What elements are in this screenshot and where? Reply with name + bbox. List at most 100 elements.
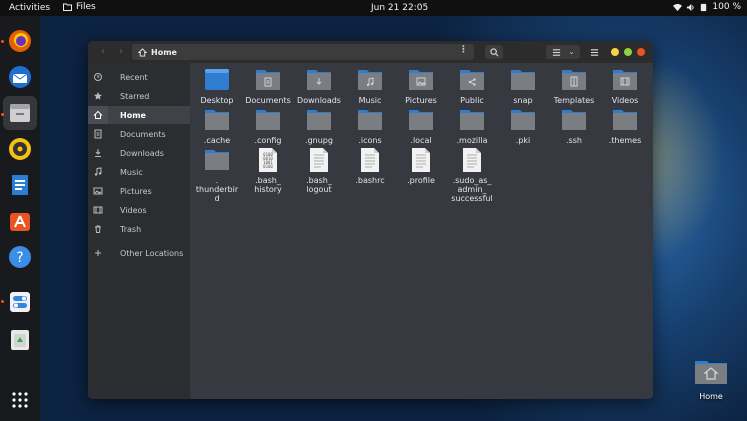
file-name: .cache xyxy=(203,136,231,145)
folder-icon xyxy=(357,107,383,133)
file-item-dot-sudo-as-admin-successful[interactable]: .sudo_as_ admin_ successful xyxy=(445,147,499,203)
folder-icon xyxy=(612,67,638,93)
sidebar-item-home[interactable]: Home xyxy=(88,106,190,124)
file-item-dot-bash-history[interactable]: 0100 0010 1001 0100 .bash_ history xyxy=(241,147,295,194)
search-button[interactable] xyxy=(485,45,503,59)
sidebar-item-label: Music xyxy=(120,167,143,177)
file-name: .icons xyxy=(358,136,382,145)
file-item-snap[interactable]: snap xyxy=(496,67,550,105)
folder-icon xyxy=(612,107,638,133)
file-item-public[interactable]: Public xyxy=(445,67,499,105)
file-item-dot-pki[interactable]: .pki xyxy=(496,107,550,145)
hamburger-icon xyxy=(590,48,598,56)
grid-icon xyxy=(12,392,28,408)
main-menu-button[interactable] xyxy=(586,45,602,59)
file-item-downloads[interactable]: Downloads xyxy=(292,67,346,105)
file-name: Pictures xyxy=(405,96,437,105)
folder-icon xyxy=(255,67,281,93)
maximize-button[interactable] xyxy=(624,48,632,56)
forward-button[interactable]: › xyxy=(114,45,128,59)
system-status[interactable]: 100 % xyxy=(673,2,741,12)
desktop-home-item[interactable]: Home xyxy=(693,357,729,401)
file-item-dot-icons[interactable]: .icons xyxy=(343,107,397,145)
file-item-dot-thunderbird[interactable]: . thunderbir d xyxy=(190,147,244,203)
sidebar-item-label: Documents xyxy=(120,129,166,139)
rhythmbox-launcher[interactable] xyxy=(6,135,34,163)
thunderbird-icon xyxy=(9,66,31,88)
sidebar-item-label: Trash xyxy=(120,224,142,234)
text-file-icon xyxy=(408,147,434,173)
view-toggle-button[interactable]: ⌄ xyxy=(546,45,580,59)
sidebar-item-documents[interactable]: Documents xyxy=(88,125,190,143)
close-button[interactable] xyxy=(637,48,645,56)
file-item-dot-mozilla[interactable]: .mozilla xyxy=(445,107,499,145)
back-button[interactable]: ‹ xyxy=(96,45,110,59)
sidebar-item-trash[interactable]: Trash xyxy=(88,220,190,238)
trash-icon xyxy=(11,330,29,350)
file-item-dot-config[interactable]: .config xyxy=(241,107,295,145)
file-item-pictures[interactable]: Pictures xyxy=(394,67,448,105)
file-name: .profile xyxy=(407,176,435,185)
path-menu-icon[interactable]: ⋮ xyxy=(459,45,468,55)
svg-text:0100: 0100 xyxy=(263,164,273,169)
software-icon xyxy=(10,213,30,231)
minimize-button[interactable] xyxy=(611,48,619,56)
folder-icon xyxy=(357,67,383,93)
folder-icon xyxy=(63,3,72,11)
home-icon xyxy=(138,47,147,57)
trash-launcher[interactable] xyxy=(6,326,34,354)
files-launcher[interactable] xyxy=(3,96,37,130)
firefox-launcher[interactable] xyxy=(6,27,34,55)
activities-button[interactable]: Activities xyxy=(9,3,50,13)
writer-launcher[interactable] xyxy=(6,171,34,199)
show-apps-button[interactable] xyxy=(6,386,34,414)
sidebar-item-recent[interactable]: Recent xyxy=(88,68,190,86)
file-grid: Desktop Documents Downloads Music Pictures Pu… xyxy=(190,63,653,399)
app-menu-label: Files xyxy=(76,2,96,12)
file-item-dot-gnupg[interactable]: .gnupg xyxy=(292,107,346,145)
sidebar-item-other-locations[interactable]: Other Locations xyxy=(88,244,190,262)
file-item-templates[interactable]: Templates xyxy=(547,67,601,105)
music-icon xyxy=(88,163,108,181)
software-launcher[interactable] xyxy=(6,207,34,235)
top-bar: Activities Files Jun 21 22:05 100 % xyxy=(0,0,747,16)
sidebar-item-pictures[interactable]: Pictures xyxy=(88,182,190,200)
app-menu[interactable]: Files xyxy=(63,2,96,12)
sidebar-item-downloads[interactable]: Downloads xyxy=(88,144,190,162)
settings-launcher[interactable] xyxy=(6,288,34,316)
sidebar: Recent Starred Home Documents Downloads Music… xyxy=(88,63,190,399)
file-item-dot-themes[interactable]: .themes xyxy=(598,107,652,145)
file-name: .themes xyxy=(608,136,642,145)
svg-text:?: ? xyxy=(16,250,23,266)
file-item-desktop[interactable]: Desktop xyxy=(190,67,244,105)
file-item-dot-bash-logout[interactable]: .bash_ logout xyxy=(292,147,346,194)
folder-icon xyxy=(204,107,230,133)
file-item-dot-profile[interactable]: .profile xyxy=(394,147,448,185)
file-item-dot-ssh[interactable]: .ssh xyxy=(547,107,601,145)
thunderbird-launcher[interactable] xyxy=(6,63,34,91)
desktop-folder-icon xyxy=(204,67,230,93)
file-item-videos[interactable]: Videos xyxy=(598,67,652,105)
file-name: Public xyxy=(460,96,484,105)
sidebar-item-music[interactable]: Music xyxy=(88,163,190,181)
file-item-music[interactable]: Music xyxy=(343,67,397,105)
file-item-documents[interactable]: Documents xyxy=(241,67,295,105)
chevron-down-icon: ⌄ xyxy=(568,48,575,56)
sidebar-item-label: Home xyxy=(120,110,146,120)
trash-icon xyxy=(88,220,108,238)
video-icon xyxy=(88,201,108,219)
help-launcher[interactable]: ? xyxy=(6,243,34,271)
file-name: .bash_ logout xyxy=(306,176,332,194)
clock[interactable]: Jun 21 22:05 xyxy=(371,3,428,13)
sidebar-item-starred[interactable]: Starred xyxy=(88,87,190,105)
files-icon xyxy=(10,104,30,122)
folder-icon xyxy=(255,107,281,133)
text-file-icon xyxy=(306,147,332,173)
file-item-dot-bashrc[interactable]: .bashrc xyxy=(343,147,397,185)
battery-icon xyxy=(701,3,707,11)
path-bar[interactable]: Home ⋮ xyxy=(132,44,474,60)
file-item-dot-cache[interactable]: .cache xyxy=(190,107,244,145)
folder-icon xyxy=(408,67,434,93)
sidebar-item-videos[interactable]: Videos xyxy=(88,201,190,219)
file-item-dot-local[interactable]: .local xyxy=(394,107,448,145)
